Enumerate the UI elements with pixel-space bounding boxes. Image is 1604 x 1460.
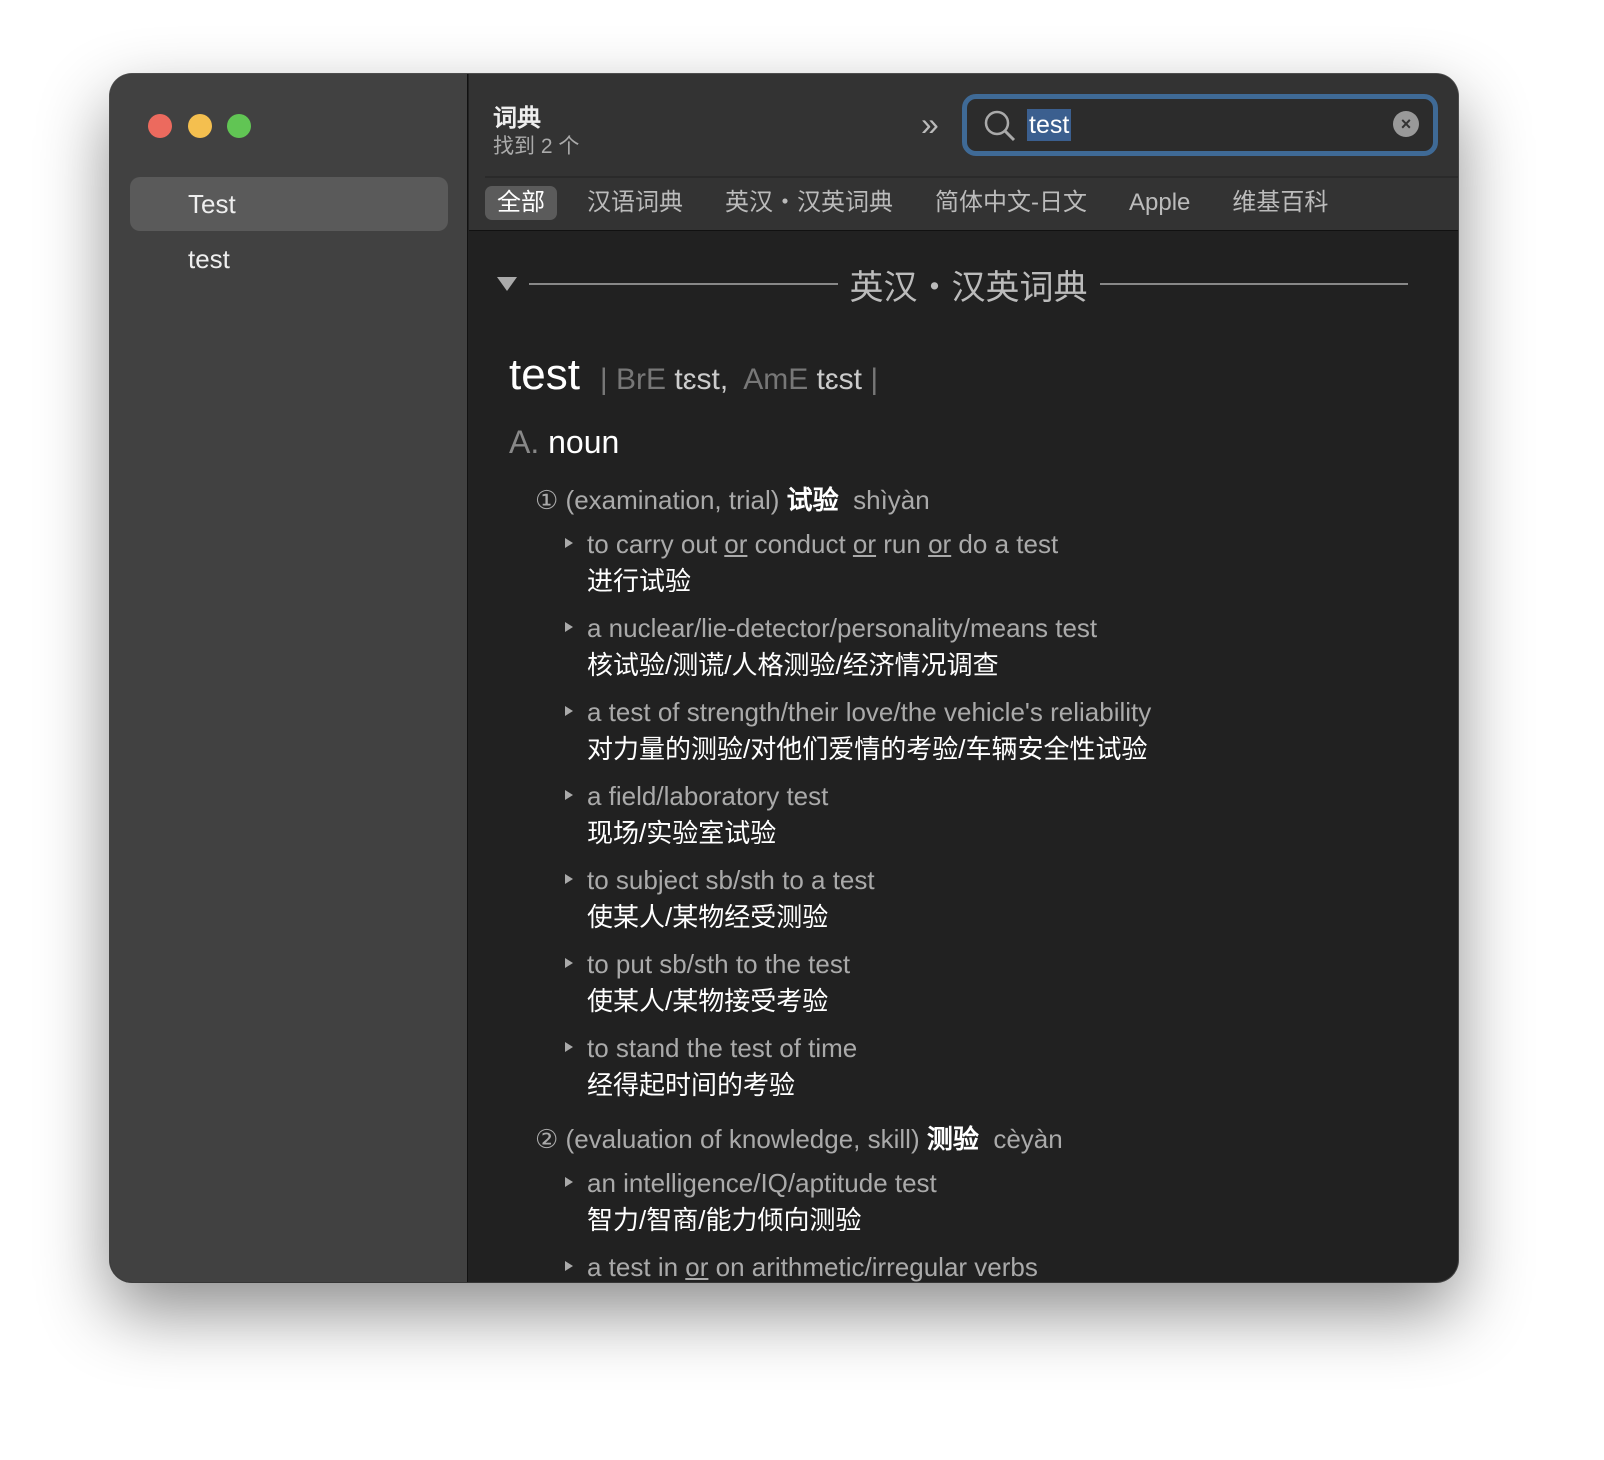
tab-0[interactable]: 全部 bbox=[485, 186, 557, 220]
sense: ① (examination, trial) 试验 shìyàn to carry… bbox=[535, 480, 1458, 1105]
close-button[interactable] bbox=[148, 114, 172, 138]
tab-2[interactable]: 英汉・汉英词典 bbox=[713, 186, 905, 220]
example-english: an intelligence/IQ/aptitude test bbox=[587, 1168, 937, 1198]
tab-1[interactable]: 汉语词典 bbox=[575, 186, 695, 220]
senses: ① (examination, trial) 试验 shìyàn to carry… bbox=[535, 480, 1458, 1282]
example: an intelligence/IQ/aptitude test 智力/智商/能力… bbox=[565, 1166, 1458, 1240]
example: a test in or on arithmetic/irregular ver… bbox=[565, 1250, 1458, 1282]
chevron-double-right-icon[interactable]: » bbox=[921, 106, 939, 143]
example-chinese: 现场/实验室试验 bbox=[587, 818, 777, 848]
example-chinese: 核试验/测谎/人格测验/经济情况调查 bbox=[587, 650, 999, 680]
example-english: to put sb/sth to the test bbox=[587, 949, 851, 979]
example-chinese: 使某人/某物经受测验 bbox=[587, 902, 829, 932]
tab-5[interactable]: 维基百科 bbox=[1220, 186, 1340, 220]
example: to carry out or conduct or run or do a t… bbox=[565, 527, 1458, 601]
example: a test of strength/their love/the vehicl… bbox=[565, 695, 1458, 769]
example: a field/laboratory test 现场/实验室试验 bbox=[565, 779, 1458, 853]
example: to stand the test of time 经得起时间的考验 bbox=[565, 1031, 1458, 1105]
sidebar-item-test[interactable]: test bbox=[130, 232, 448, 286]
section-header: 英汉・汉英词典 bbox=[497, 262, 1420, 307]
sidebar-item-Test[interactable]: Test bbox=[130, 177, 448, 231]
disclosure-triangle-icon[interactable] bbox=[497, 277, 517, 291]
example-chinese: 使某人/某物接受考验 bbox=[587, 986, 829, 1016]
example-english: to carry out or conduct or run or do a t… bbox=[587, 529, 1059, 559]
sidebar: Test test bbox=[110, 74, 468, 1282]
example-english: to subject sb/sth to a test bbox=[587, 865, 875, 895]
divider bbox=[485, 176, 1458, 178]
example-english: to stand the test of time bbox=[587, 1033, 858, 1063]
sense-header: ① (examination, trial) 试验 shìyàn bbox=[535, 485, 930, 515]
example: a nuclear/lie-detector/personality/means… bbox=[565, 611, 1458, 685]
toolbar: 词典 找到 2 个 » test × 全部 汉语词典 英汉・汉英词典 简体中文-日文 A… bbox=[469, 74, 1458, 231]
example-english: a field/laboratory test bbox=[587, 781, 829, 811]
pronunciation: | BrE tɛst, AmE tɛst | bbox=[599, 363, 879, 396]
search-field[interactable]: test × bbox=[962, 94, 1438, 156]
search-icon bbox=[984, 110, 1016, 142]
headword-line: test | BrE tɛst, AmE tɛst | bbox=[509, 350, 878, 400]
example: to put sb/sth to the test 使某人/某物接受考验 bbox=[565, 947, 1458, 1021]
sense-header: ② (evaluation of knowledge, skill) 测验 cè… bbox=[535, 1124, 1063, 1154]
zoom-button[interactable] bbox=[227, 114, 251, 138]
example-english: a nuclear/lie-detector/personality/means… bbox=[587, 613, 1098, 643]
example-english: a test of strength/their love/the vehicl… bbox=[587, 697, 1152, 727]
window-title: 词典 bbox=[493, 105, 541, 132]
tab-4[interactable]: Apple bbox=[1117, 186, 1202, 220]
part-of-speech: A. noun bbox=[509, 424, 620, 460]
headword: test bbox=[509, 350, 580, 399]
source-tabs: 全部 汉语词典 英汉・汉英词典 简体中文-日文 Apple 维基百科 bbox=[485, 186, 1340, 220]
example: to subject sb/sth to a test 使某人/某物经受测验 bbox=[565, 863, 1458, 937]
tab-3[interactable]: 简体中文-日文 bbox=[923, 186, 1099, 220]
example-chinese: 经得起时间的考验 bbox=[587, 1070, 796, 1100]
entry-content: 英汉・汉英词典 test | BrE tɛst, AmE tɛst | A. no… bbox=[469, 232, 1458, 1282]
sense: ② (evaluation of knowledge, skill) 测验 cè… bbox=[535, 1119, 1458, 1282]
example-english: a test in or on arithmetic/irregular ver… bbox=[587, 1252, 1038, 1282]
section-title: 英汉・汉英词典 bbox=[849, 268, 1088, 307]
dictionary-window: Test test 词典 找到 2 个 » test × 全部 汉语词典 英汉・汉英… bbox=[110, 74, 1458, 1282]
search-input[interactable]: test bbox=[1027, 109, 1072, 141]
example-chinese: 进行试验 bbox=[587, 566, 692, 596]
minimize-button[interactable] bbox=[188, 114, 212, 138]
example-chinese: 对力量的测验/对他们爱情的考验/车辆安全性试验 bbox=[587, 734, 1148, 764]
result-count: 找到 2 个 bbox=[493, 135, 580, 158]
example-chinese: 智力/智商/能力倾向测验 bbox=[587, 1205, 862, 1235]
clear-search-icon[interactable]: × bbox=[1393, 111, 1419, 137]
